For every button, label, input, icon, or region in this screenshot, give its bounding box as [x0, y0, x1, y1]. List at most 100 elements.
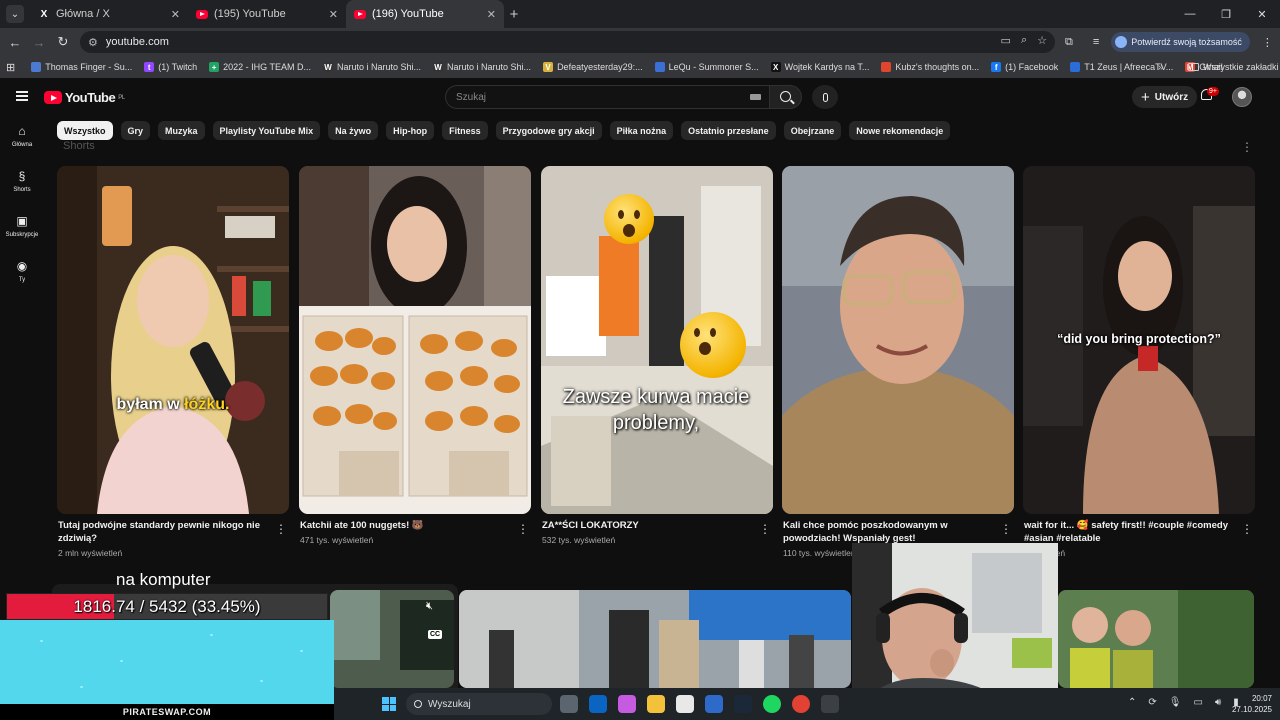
filter-chip[interactable]: Gry — [120, 121, 151, 140]
search-input[interactable]: Szukaj — [445, 85, 771, 109]
bookmark-item[interactable]: +2022 - IHG TEAM D... — [209, 62, 311, 72]
obs-icon[interactable] — [821, 695, 839, 713]
browser-tab-x[interactable]: X Główna / X ✕ — [30, 0, 188, 28]
sidebar-item-shorts[interactable]: § Shorts — [0, 161, 44, 206]
close-tab-icon[interactable]: ✕ — [171, 8, 180, 21]
short-thumbnail[interactable]: “did you bring protection?” — [1023, 166, 1255, 514]
short-thumbnail[interactable]: Zawsze kurwa macie problemy, — [541, 166, 773, 514]
short-card[interactable]: Zawsze kurwa macie problemy, ZA**ŚCI LOK… — [541, 166, 773, 545]
video-thumbnail[interactable] — [459, 590, 851, 688]
windows-start-icon[interactable] — [382, 697, 396, 711]
reload-icon[interactable]: ↻ — [51, 34, 75, 50]
filter-chip[interactable]: Przygodowe gry akcji — [495, 121, 602, 140]
short-card[interactable]: byłam w łóżku. Tutaj podwójne standardy … — [57, 166, 289, 558]
short-thumbnail[interactable] — [299, 166, 531, 514]
sidebar-item-user[interactable]: ◉ Ty — [0, 251, 44, 296]
filter-chip[interactable]: Nowe rekomendacje — [849, 121, 951, 140]
video-thumbnail[interactable] — [1058, 590, 1254, 688]
short-card[interactable]: Katchii ate 100 nuggets! 🐻 471 tys. wyśw… — [299, 166, 531, 545]
filter-chip[interactable]: Hip-hop — [386, 121, 435, 140]
voice-search-button[interactable] — [812, 85, 838, 109]
close-tab-icon[interactable]: ✕ — [329, 8, 338, 21]
short-menu-icon[interactable]: ⋮ — [275, 522, 287, 536]
browser-tab-youtube-196[interactable]: (196) YouTube ✕ — [346, 0, 504, 28]
sidebar-item-subscriptions[interactable]: ▣ Subskrypcje — [0, 206, 44, 251]
short-thumbnail[interactable]: byłam w łóżku. — [57, 166, 289, 514]
short-thumbnail[interactable] — [782, 166, 1014, 514]
short-title[interactable]: Tutaj podwójne standardy pewnie nikogo n… — [58, 519, 264, 545]
short-menu-icon[interactable]: ⋮ — [517, 522, 529, 536]
browser-tab-youtube-195[interactable]: (195) YouTube ✕ — [188, 0, 346, 28]
short-card[interactable]: Kali chce pomóc poszkodowanym w powodzia… — [782, 166, 1014, 558]
short-menu-icon[interactable]: ⋮ — [1241, 522, 1253, 536]
filter-chip[interactable]: Na żywo — [328, 121, 379, 140]
task-view-icon[interactable] — [560, 695, 578, 713]
cast-icon[interactable]: ▭ — [1001, 34, 1011, 47]
zoom-icon[interactable]: ⌕ — [1021, 34, 1027, 47]
chrome-icon[interactable] — [792, 695, 810, 713]
site-info-icon[interactable]: ⚙ — [88, 36, 98, 49]
short-title[interactable]: wait for it... 🥰 safety first!! #couple … — [1024, 519, 1230, 545]
bookmark-item[interactable]: X Wojtek Kardys na T... — [770, 62, 869, 72]
display-icon[interactable]: ▭ — [1193, 697, 1202, 708]
back-icon[interactable]: ← — [3, 35, 27, 50]
video-thumbnail[interactable] — [330, 590, 454, 688]
shelf-menu-icon[interactable]: ⋮ — [1241, 140, 1253, 154]
new-tab-button[interactable]: + — [504, 6, 524, 23]
browser-menu-icon[interactable]: ⋮ — [1262, 36, 1273, 49]
close-window-icon[interactable]: ✕ — [1244, 0, 1280, 28]
minimize-icon[interactable]: — — [1172, 0, 1208, 28]
tab-search-button[interactable]: ⌄ — [6, 5, 24, 23]
sync-icon[interactable]: ⟳ — [1148, 697, 1156, 708]
short-menu-icon[interactable]: ⋮ — [759, 522, 771, 536]
bookmark-item[interactable]: f (1) Facebook — [991, 62, 1058, 72]
media-control-icon[interactable]: ≡ — [1093, 36, 1099, 48]
verify-identity-button[interactable]: Potwierdź swoją tożsamość — [1111, 32, 1250, 52]
short-title[interactable]: Kali chce pomóc poszkodowanym w powodzia… — [783, 519, 989, 545]
extensions-icon[interactable]: ⧉ — [1065, 36, 1073, 49]
filter-chip[interactable]: Muzyka — [158, 121, 205, 140]
short-card[interactable]: “did you bring protection?” wait for it.… — [1023, 166, 1255, 558]
filter-chip[interactable]: Piłka nożna — [609, 121, 674, 140]
all-bookmarks-button[interactable]: Wszystkie zakładki — [1188, 62, 1279, 72]
mute-icon[interactable]: 🔇︎ — [426, 600, 433, 613]
bookmark-item[interactable]: V Defeatyesterday29:... — [543, 62, 643, 72]
bookmark-item[interactable]: W Naruto i Naruto Shi... — [433, 62, 531, 72]
taskbar-clock[interactable]: 20:07 27.10.2025 — [1224, 693, 1272, 715]
short-title[interactable]: Katchii ate 100 nuggets! 🐻 — [300, 519, 506, 532]
bookmark-item[interactable]: LeQu - Summoner S... — [654, 62, 759, 72]
filter-chip[interactable]: Playlisty YouTube Mix — [212, 121, 321, 140]
bookmark-item[interactable]: t (1) Twitch — [144, 62, 197, 72]
bookmark-item[interactable]: Kubz's thoughts on... — [881, 62, 979, 72]
steam-icon[interactable] — [734, 695, 752, 713]
address-bar[interactable]: ⚙ youtube.com ▭ ⌕ ☆ — [80, 31, 1055, 53]
copilot-icon[interactable] — [618, 695, 636, 713]
youtube-logo[interactable]: YouTube PL — [44, 90, 125, 105]
show-hidden-icons[interactable]: ⌃ — [1128, 697, 1136, 708]
short-menu-icon[interactable]: ⋮ — [1000, 522, 1012, 536]
menu-icon[interactable] — [16, 91, 28, 101]
forward-icon[interactable]: → — [27, 35, 51, 50]
search-button[interactable] — [769, 85, 802, 109]
filter-chip[interactable]: Fitness — [442, 121, 488, 140]
filter-chip[interactable]: Wszystko — [57, 121, 113, 140]
keyboard-icon[interactable] — [750, 94, 761, 100]
security-icon[interactable] — [705, 695, 723, 713]
bookmark-item[interactable]: Thomas Finger - Su... — [31, 62, 132, 72]
filter-chip[interactable]: Ostatnio przesłane — [681, 121, 776, 140]
bookmark-star-icon[interactable]: ☆ — [1037, 34, 1047, 47]
apps-grid-icon[interactable]: ⊞ — [6, 61, 15, 74]
more-bookmarks-icon[interactable]: » — [1158, 62, 1164, 73]
taskbar-search[interactable]: Wyszukaj — [406, 693, 552, 715]
restore-icon[interactable]: ❐ — [1208, 0, 1244, 28]
microphone-tray-icon[interactable]: 🎙︎ — [1169, 697, 1182, 708]
account-avatar[interactable] — [1232, 87, 1252, 107]
volume-icon[interactable]: 🔊︎ — [1215, 697, 1221, 708]
close-tab-icon[interactable]: ✕ — [487, 8, 496, 21]
store-icon[interactable] — [676, 695, 694, 713]
outlook-icon[interactable] — [589, 695, 607, 713]
filter-chip[interactable]: Obejrzane — [783, 121, 842, 140]
short-title[interactable]: ZA**ŚCI LOKATORZY — [542, 519, 748, 532]
sidebar-item-home[interactable]: ⌂ Główna — [0, 116, 44, 161]
create-button[interactable]: + Utwórz — [1132, 86, 1198, 108]
